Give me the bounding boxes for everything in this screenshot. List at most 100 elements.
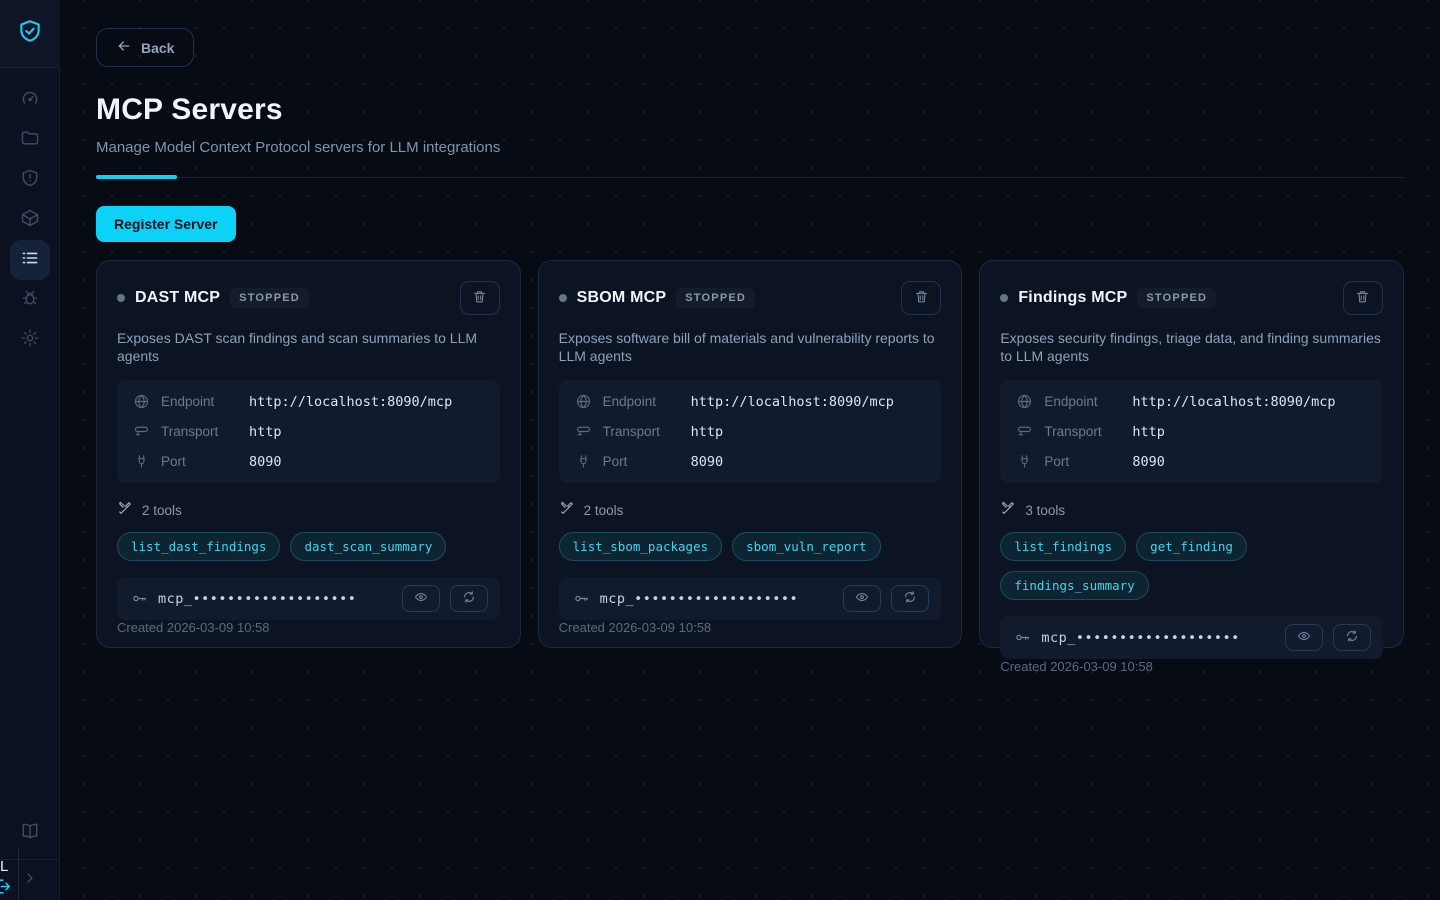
detail-row-endpoint: Endpoint http://localhost:8090/mcp — [575, 393, 926, 410]
bug-icon — [20, 288, 40, 313]
created-timestamp: Created 2026-03-09 10:58 — [117, 620, 500, 635]
sidebar-item-dashboard[interactable] — [10, 80, 50, 120]
status-badge: STOPPED — [676, 288, 755, 308]
server-description: Exposes DAST scan findings and scan summ… — [117, 329, 500, 366]
tools-summary: 2 tools — [117, 500, 500, 521]
detail-row-transport: Transport http — [575, 423, 926, 440]
detail-label: Port — [161, 454, 249, 469]
sidebar-item-settings[interactable] — [10, 320, 50, 360]
reveal-key-button[interactable] — [402, 585, 440, 612]
api-key-masked: mcp_••••••••••••••••••• — [158, 591, 356, 607]
endpoint-value: http://localhost:8090/mcp — [1132, 394, 1335, 410]
port-value: 8090 — [1132, 454, 1165, 470]
tool-pill: sbom_vuln_report — [732, 532, 880, 561]
logout-button[interactable] — [0, 877, 14, 900]
api-key-panel: mcp_••••••••••••••••••• — [117, 577, 500, 620]
detail-label: Endpoint — [603, 394, 691, 409]
transport-value: http — [249, 424, 282, 440]
server-name: DAST MCP — [135, 289, 220, 307]
server-details-panel: Endpoint http://localhost:8090/mcp Trans… — [117, 380, 500, 483]
list-icon — [20, 248, 40, 273]
detail-row-endpoint: Endpoint http://localhost:8090/mcp — [133, 393, 484, 410]
created-timestamp: Created 2026-03-09 10:58 — [1000, 659, 1383, 674]
sidebar-item-issues[interactable] — [10, 280, 50, 320]
main-content: Back MCP Servers Manage Model Context Pr… — [60, 0, 1440, 900]
register-server-button[interactable]: Register Server — [96, 206, 236, 242]
detail-label: Port — [603, 454, 691, 469]
tools-icon — [117, 500, 133, 521]
api-key-masked: mcp_••••••••••••••••••• — [600, 591, 798, 607]
server-card-sbom: SBOM MCP STOPPED Exposes software bill o… — [538, 260, 963, 648]
globe-icon — [1016, 393, 1033, 410]
status-badge: STOPPED — [230, 288, 309, 308]
network-icon — [575, 423, 592, 440]
tools-count: 3 tools — [1025, 503, 1065, 518]
detail-row-port: Port 8090 — [133, 453, 484, 470]
status-dot — [559, 294, 567, 302]
trash-icon — [914, 289, 929, 307]
detail-label: Transport — [161, 424, 249, 439]
reveal-key-button[interactable] — [843, 585, 881, 612]
server-card-dast: DAST MCP STOPPED Exposes DAST scan findi… — [96, 260, 521, 648]
sidebar-overflow-label: L — [0, 858, 8, 875]
delete-server-button[interactable] — [901, 281, 941, 315]
tool-pill: get_finding — [1136, 532, 1247, 561]
tools-summary: 2 tools — [559, 500, 942, 521]
refresh-icon — [903, 590, 917, 607]
plug-icon — [133, 453, 150, 470]
status-dot — [1000, 294, 1008, 302]
detail-label: Transport — [603, 424, 691, 439]
sidebar-nav — [10, 80, 50, 360]
delete-server-button[interactable] — [460, 281, 500, 315]
logout-icon — [0, 883, 14, 900]
delete-server-button[interactable] — [1343, 281, 1383, 315]
tool-pill: dast_scan_summary — [290, 532, 446, 561]
server-card-findings: Findings MCP STOPPED Exposes security fi… — [979, 260, 1404, 648]
tool-pill: list_sbom_packages — [559, 532, 722, 561]
trash-icon — [1355, 289, 1370, 307]
created-timestamp: Created 2026-03-09 10:58 — [559, 620, 942, 635]
detail-row-transport: Transport http — [1016, 423, 1367, 440]
sidebar-item-docs[interactable] — [0, 813, 60, 853]
server-details-panel: Endpoint http://localhost:8090/mcp Trans… — [559, 380, 942, 483]
sidebar-item-vulnerabilities[interactable] — [10, 160, 50, 200]
globe-icon — [575, 393, 592, 410]
detail-row-port: Port 8090 — [1016, 453, 1367, 470]
sidebar-item-mcp-servers[interactable] — [10, 240, 50, 280]
section-divider — [96, 174, 1404, 178]
detail-label: Port — [1044, 454, 1132, 469]
api-key-panel: mcp_••••••••••••••••••• — [559, 577, 942, 620]
sidebar-item-packages[interactable] — [10, 200, 50, 240]
key-icon — [573, 590, 590, 607]
globe-icon — [133, 393, 150, 410]
reveal-key-button[interactable] — [1285, 624, 1323, 651]
folder-icon — [20, 128, 40, 153]
collapsed-panel-edge — [18, 848, 19, 900]
server-card-grid: DAST MCP STOPPED Exposes DAST scan findi… — [96, 260, 1404, 648]
arrow-left-icon — [116, 38, 132, 57]
app-logo[interactable] — [0, 0, 60, 68]
server-description: Exposes software bill of materials and v… — [559, 329, 942, 366]
rotate-key-button[interactable] — [891, 585, 929, 612]
refresh-icon — [462, 590, 476, 607]
rotate-key-button[interactable] — [1333, 624, 1371, 651]
plug-icon — [1016, 453, 1033, 470]
package-icon — [20, 208, 40, 233]
tools-summary: 3 tools — [1000, 500, 1383, 521]
shield-check-icon — [17, 18, 43, 49]
page-title: MCP Servers — [96, 93, 1404, 127]
detail-label: Endpoint — [1044, 394, 1132, 409]
server-name: Findings MCP — [1018, 289, 1127, 307]
rotate-key-button[interactable] — [450, 585, 488, 612]
sidebar-item-projects[interactable] — [10, 120, 50, 160]
transport-value: http — [1132, 424, 1165, 440]
key-icon — [131, 590, 148, 607]
api-key-panel: mcp_••••••••••••••••••• — [1000, 616, 1383, 659]
detail-row-port: Port 8090 — [575, 453, 926, 470]
back-button[interactable]: Back — [96, 28, 194, 67]
server-name: SBOM MCP — [577, 289, 667, 307]
tool-pill: list_dast_findings — [117, 532, 280, 561]
shield-alert-icon — [20, 168, 40, 193]
tools-icon — [1000, 500, 1016, 521]
refresh-icon — [1345, 629, 1359, 646]
